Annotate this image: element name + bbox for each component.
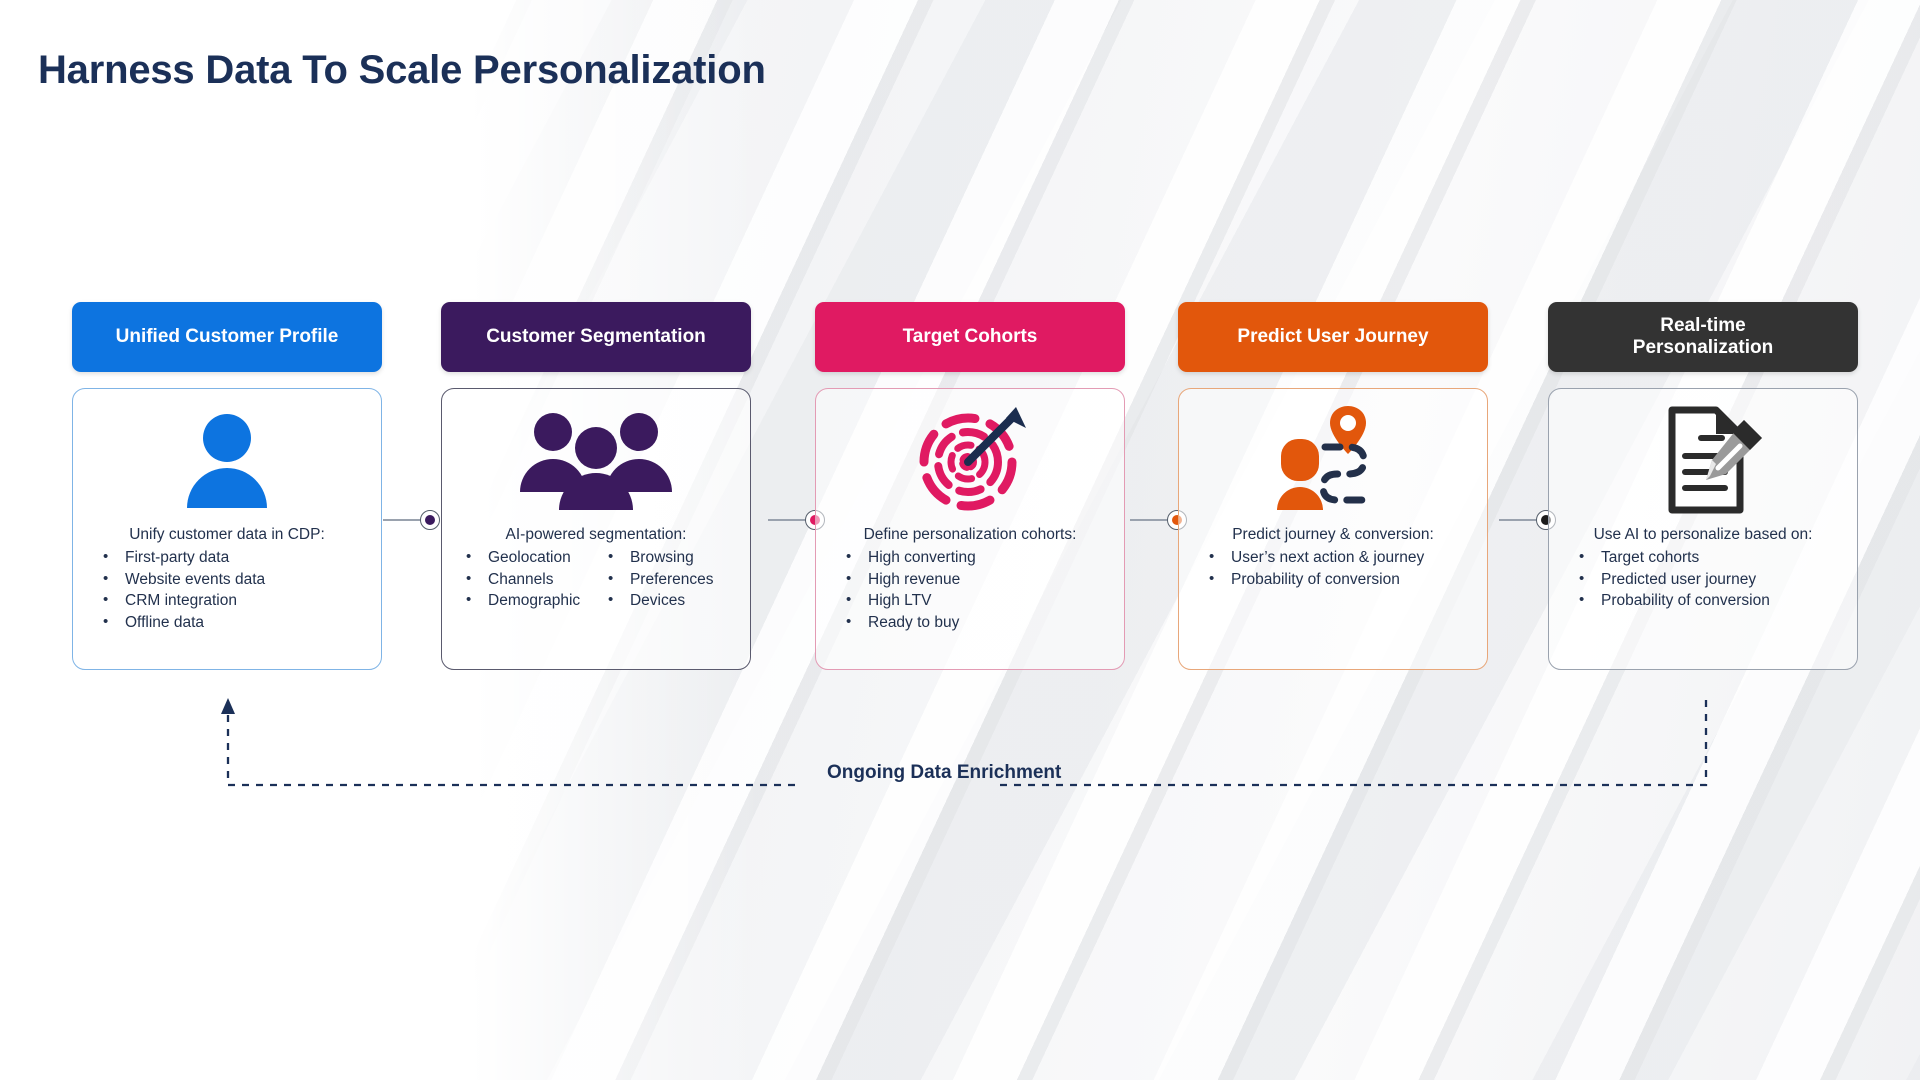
- bullet-list-4: User’s next action & journey Probability…: [1191, 547, 1475, 590]
- stage-card-4: Predict journey & conversion: User’s nex…: [1178, 388, 1488, 670]
- stage-card-3: Define personalization cohorts: High con…: [815, 388, 1125, 670]
- list-item: Offline data: [99, 612, 369, 633]
- card-lead-1: Unify customer data in CDP:: [129, 526, 325, 543]
- icon-zone-5: [1549, 395, 1857, 525]
- stage-card-2: AI-powered segmentation: Geolocation Cha…: [441, 388, 751, 670]
- stage-column-4: Predict User Journey Predict journey & c…: [1178, 302, 1488, 670]
- stage-header-5[interactable]: Real-time Personalization: [1548, 302, 1858, 372]
- list-item: Website events data: [99, 569, 369, 590]
- card-lead-3: Define personalization cohorts:: [863, 526, 1077, 543]
- list-item: High revenue: [842, 569, 1112, 590]
- connector-line: [1130, 519, 1168, 521]
- single-person-icon: [187, 414, 267, 508]
- list-item: Predicted user journey: [1575, 569, 1845, 590]
- icon-zone-3: [816, 395, 1124, 525]
- list-item: Target cohorts: [1575, 547, 1845, 568]
- list-item: Preferences: [604, 569, 738, 590]
- user-journey-pin-icon: [1277, 406, 1370, 510]
- stage-header-4[interactable]: Predict User Journey: [1178, 302, 1488, 372]
- feedback-loop-label: Ongoing Data Enrichment: [827, 762, 1062, 783]
- bullet-list-5: Target cohorts Predicted user journey Pr…: [1561, 547, 1845, 611]
- feedback-arrowhead: [221, 698, 235, 714]
- stage-column-1: Unified Customer Profile Unify customer …: [72, 302, 382, 670]
- stage-header-2[interactable]: Customer Segmentation: [441, 302, 751, 372]
- connector-line: [768, 519, 806, 521]
- list-item: Devices: [604, 590, 738, 611]
- stage-column-5: Real-time Personalization Use AI to pers…: [1548, 302, 1858, 670]
- list-item: High LTV: [842, 590, 1112, 611]
- text-zone-4: Predict journey & conversion: User’s nex…: [1179, 525, 1487, 603]
- list-item: Geolocation: [462, 547, 604, 568]
- connector-1-2: [383, 508, 440, 532]
- list-item: First-party data: [99, 547, 369, 568]
- feedback-path-left: [226, 712, 795, 787]
- bullet-list-3: High converting High revenue High LTV Re…: [828, 547, 1112, 633]
- list-item: Channels: [462, 569, 604, 590]
- list-item: Ready to buy: [842, 612, 1112, 633]
- bullet-list-1: First-party data Website events data CRM…: [85, 547, 369, 633]
- card-lead-2: AI-powered segmentation:: [505, 526, 687, 543]
- text-zone-3: Define personalization cohorts: High con…: [816, 525, 1124, 647]
- stage-column-3: Target Cohorts Define personalization co…: [815, 302, 1125, 670]
- list-item: Probability of conversion: [1575, 590, 1845, 611]
- feedback-path-right: [1000, 700, 1708, 787]
- stage-column-2: Customer Segmentation AI-powered segment…: [441, 302, 751, 670]
- list-item: Browsing: [604, 547, 738, 568]
- icon-zone-1: [73, 395, 381, 525]
- list-item: Demographic: [462, 590, 604, 611]
- connector-node: [420, 510, 440, 530]
- text-zone-5: Use AI to personalize based on: Target c…: [1549, 525, 1857, 625]
- document-pencil-icon: [1668, 406, 1762, 514]
- bullet-list-2a: Geolocation Channels Demographic: [462, 547, 604, 611]
- target-arrow-icon: [919, 407, 1026, 511]
- group-of-people-icon: [520, 413, 672, 510]
- stage-card-1: Unify customer data in CDP: First-party …: [72, 388, 382, 670]
- text-zone-1: Unify customer data in CDP: First-party …: [73, 525, 381, 647]
- list-item: CRM integration: [99, 590, 369, 611]
- stage-header-5-line2: Personalization: [1632, 337, 1774, 358]
- text-zone-2: AI-powered segmentation: Geolocation Cha…: [442, 525, 750, 625]
- list-item: User’s next action & journey: [1205, 547, 1475, 568]
- icon-zone-4: [1179, 395, 1487, 525]
- stage-header-5-line1: Real-time: [1660, 314, 1746, 336]
- stage-header-3[interactable]: Target Cohorts: [815, 302, 1125, 372]
- list-item: High converting: [842, 547, 1112, 568]
- list-item: Probability of conversion: [1205, 569, 1475, 590]
- connector-line: [1499, 519, 1537, 521]
- stage-header-1[interactable]: Unified Customer Profile: [72, 302, 382, 372]
- pipeline-diagram: Unified Customer Profile Unify customer …: [0, 0, 1920, 1080]
- bullet-list-2b: Browsing Preferences Devices: [604, 547, 738, 611]
- icon-zone-2: [442, 395, 750, 525]
- card-lead-4: Predict journey & conversion:: [1232, 526, 1434, 543]
- card-lead-5: Use AI to personalize based on:: [1593, 526, 1813, 543]
- stage-card-5: Use AI to personalize based on: Target c…: [1548, 388, 1858, 670]
- bullet-columns-2: Geolocation Channels Demographic Browsin…: [454, 547, 738, 613]
- connector-line: [383, 519, 421, 521]
